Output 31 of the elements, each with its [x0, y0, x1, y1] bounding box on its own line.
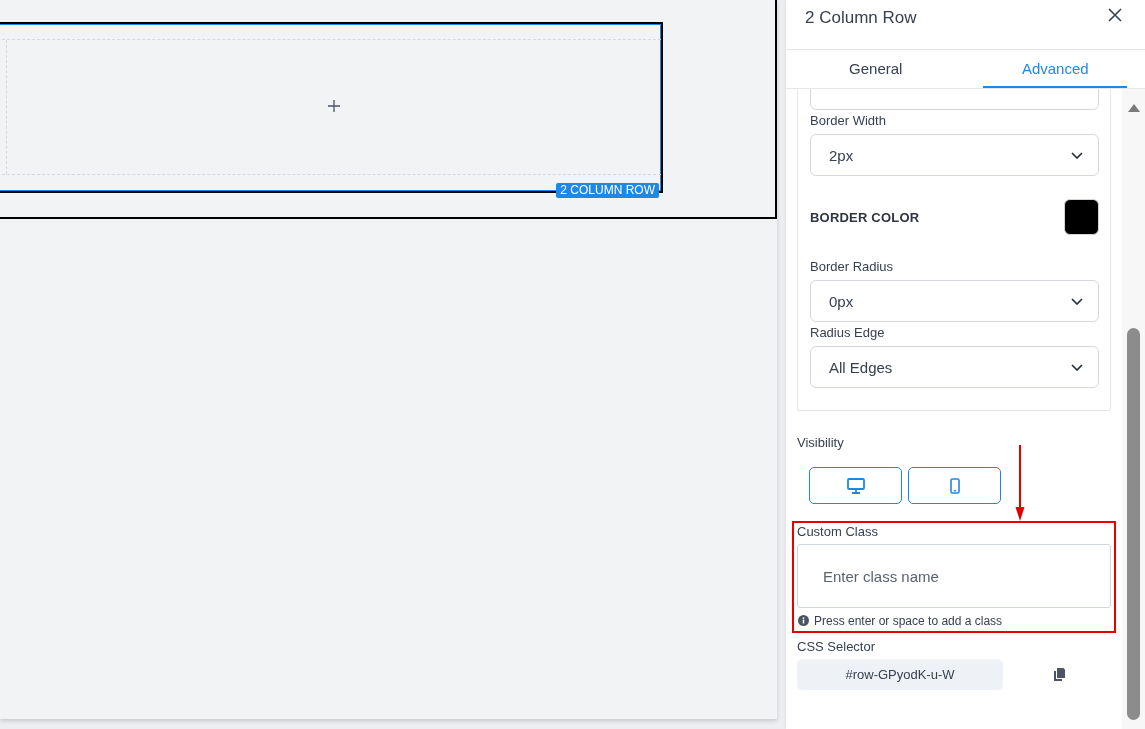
selector-field: #row-GPyodK-u-W	[797, 659, 1003, 690]
section-label: Visibility	[797, 434, 845, 452]
field-label: Border Width	[810, 112, 887, 130]
close-icon[interactable]	[1108, 8, 1122, 22]
dropdown[interactable]: 0px	[810, 280, 1099, 322]
panel-title: 2 Column Row	[805, 8, 917, 28]
field-label: Radius Edge	[810, 324, 886, 342]
plus-icon[interactable]	[328, 100, 340, 112]
copy-icon[interactable]	[1054, 668, 1065, 681]
tab[interactable]: General	[803, 50, 948, 88]
field-label: Custom Class	[797, 523, 879, 541]
field-label: BORDER COLOR	[810, 209, 920, 225]
tab[interactable]: Advanced	[983, 50, 1128, 88]
field-label: Border Radius	[810, 258, 895, 276]
chevron-down-icon	[1071, 363, 1083, 371]
row-label-badge: 2 COLUMN ROW	[556, 183, 659, 198]
mobile-button[interactable]	[908, 467, 1001, 504]
phone-icon	[949, 477, 960, 494]
field-label: CSS Selector	[797, 638, 877, 656]
dropdown[interactable]: 2px	[810, 134, 1099, 176]
dropdown[interactable]: All Edges	[810, 346, 1099, 388]
chevron-down-icon	[1071, 297, 1083, 305]
chevron-down-icon	[1071, 151, 1083, 159]
desktop-button[interactable]	[809, 467, 902, 504]
info-icon	[798, 615, 809, 626]
scroll-up-icon[interactable]	[1127, 104, 1140, 112]
swatch-icon[interactable]	[1064, 199, 1099, 235]
hint-text: Press enter or space to add a class	[814, 613, 1003, 628]
class-name-input[interactable]: Enter class name	[797, 544, 1111, 608]
scrollbar-thumb[interactable]	[1127, 328, 1140, 720]
monitor-icon	[846, 477, 865, 494]
